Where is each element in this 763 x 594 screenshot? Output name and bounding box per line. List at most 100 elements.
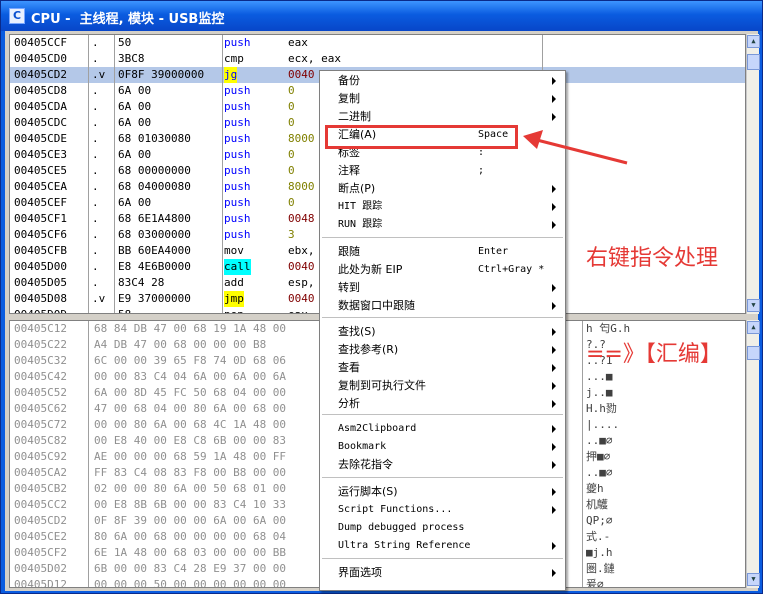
- address: 00405C92: [14, 450, 67, 463]
- hex-bytes: BB 60EA4000: [118, 244, 191, 257]
- address: 00405C12: [14, 322, 67, 335]
- menu-item[interactable]: 复制: [338, 91, 360, 107]
- title-bar[interactable]: C CPU - 主线程, 模块 - USB监控: [1, 1, 762, 31]
- menu-item[interactable]: 此处为新 EIP: [338, 262, 402, 278]
- submenu-arrow-icon: [552, 400, 556, 408]
- jump-marker: .: [92, 212, 99, 225]
- disasm-row[interactable]: 00405CD0. 3BC8 cmp ecx, eax: [10, 51, 745, 67]
- hex-bytes: 68 04000080: [118, 180, 191, 193]
- submenu-arrow-icon: [552, 443, 556, 451]
- ascii-text: ..■∅: [586, 434, 613, 447]
- operands: 8000: [288, 180, 315, 193]
- submenu-arrow-icon: [552, 488, 556, 496]
- submenu-arrow-icon: [552, 425, 556, 433]
- operands: ebx,: [288, 244, 315, 257]
- annotation-text: 右键指令处理 ==》【汇编】: [586, 179, 756, 435]
- menu-item[interactable]: 数据窗口中跟随: [338, 298, 415, 314]
- mnemonic: mov: [224, 244, 244, 257]
- menu-item[interactable]: 跟随: [338, 244, 360, 260]
- jump-marker: .: [92, 132, 99, 145]
- hex-bytes: 00 E8 8B 6B 00 00 83 C4 10 33: [94, 498, 287, 511]
- menu-item[interactable]: Ultra String Reference: [338, 538, 470, 554]
- hex-bytes: 00 00 83 C4 04 6A 00 6A 00 6A: [94, 370, 287, 383]
- submenu-arrow-icon: [552, 185, 556, 193]
- hex-bytes: 6A 00: [118, 100, 152, 113]
- menu-item[interactable]: Asm2Clipboard: [338, 421, 416, 437]
- mnemonic: push: [224, 212, 251, 225]
- annotation-line-2: ==》【汇编】: [586, 342, 722, 367]
- address: 00405CF2: [14, 546, 67, 559]
- hex-bytes: 02 00 00 80 6A 00 50 68 01 00: [94, 482, 287, 495]
- column-divider[interactable]: [114, 35, 115, 313]
- menu-shortcut: ;: [478, 165, 485, 176]
- hex-bytes: 6B 00 00 83 C4 28 E9 37 00 00: [94, 562, 287, 575]
- ascii-text: 夔h: [586, 482, 604, 495]
- ascii-text: ■j.h: [586, 546, 613, 559]
- menu-item[interactable]: Script Functions...: [338, 502, 452, 518]
- scroll-up-button[interactable]: ▲: [747, 35, 760, 48]
- column-divider[interactable]: [88, 35, 89, 313]
- operands: 0: [288, 116, 295, 129]
- menu-item[interactable]: 去除花指令: [338, 457, 393, 473]
- menu-item[interactable]: 界面选项: [338, 565, 382, 581]
- hex-bytes: 00 00 80 6A 00 68 4C 1A 48 00: [94, 418, 287, 431]
- ascii-text: 押■∅: [586, 450, 611, 463]
- address: 00405CDA: [14, 100, 67, 113]
- address: 00405CCF: [14, 36, 67, 49]
- column-divider[interactable]: [88, 321, 89, 587]
- menu-item[interactable]: 查找(S): [338, 324, 376, 340]
- menu-item[interactable]: 二进制: [338, 109, 371, 125]
- mnemonic: pop: [224, 307, 244, 313]
- submenu-arrow-icon: [552, 382, 556, 390]
- menu-item[interactable]: 复制到可执行文件: [338, 378, 426, 394]
- scroll-thumb[interactable]: [747, 54, 760, 70]
- submenu-arrow-icon: [552, 364, 556, 372]
- menu-item[interactable]: RUN 跟踪: [338, 217, 382, 233]
- hex-bytes: 6A 00: [118, 148, 152, 161]
- address: 00405CEA: [14, 180, 67, 193]
- menu-item[interactable]: 运行脚本(S): [338, 484, 398, 500]
- disasm-row[interactable]: 00405CCF. 50 push eax: [10, 35, 745, 51]
- scroll-down-button[interactable]: ▼: [747, 573, 760, 586]
- menu-item[interactable]: HIT 跟踪: [338, 199, 382, 215]
- cpu-window: C CPU - 主线程, 模块 - USB监控 00405CCF. 50 push e…: [0, 0, 763, 594]
- hex-bytes: 0F 8F 39 00 00 00 6A 00 6A 00: [94, 514, 287, 527]
- menu-item[interactable]: 断点(P): [338, 181, 375, 197]
- menu-separator: [322, 558, 563, 559]
- jump-marker: .: [92, 228, 99, 241]
- address: 00405CDC: [14, 116, 67, 129]
- menu-item[interactable]: Dump debugged process: [338, 520, 464, 536]
- hex-bytes: 83C4 28: [118, 276, 165, 289]
- mnemonic: push: [224, 132, 251, 145]
- annotation-arrow: [523, 130, 628, 165]
- operands: 0: [288, 100, 295, 113]
- jump-marker: .: [92, 276, 99, 289]
- menu-item[interactable]: 转到: [338, 280, 360, 296]
- menu-item[interactable]: 分析: [338, 396, 360, 412]
- address: 00405CF1: [14, 212, 67, 225]
- address: 00405CC2: [14, 498, 67, 511]
- column-divider[interactable]: [222, 35, 223, 313]
- ascii-text: 式.-: [586, 530, 611, 543]
- menu-item[interactable]: Bookmark: [338, 439, 386, 455]
- menu-item[interactable]: 备份: [338, 73, 360, 89]
- jump-marker: .: [92, 260, 99, 273]
- mnemonic: push: [224, 36, 251, 49]
- hex-bytes: 6C 00 00 39 65 F8 74 0D 68 06: [94, 354, 287, 367]
- column-divider[interactable]: [582, 321, 583, 587]
- mnemonic: push: [224, 228, 251, 241]
- jump-marker: .: [92, 164, 99, 177]
- menu-item[interactable]: 注释: [338, 163, 360, 179]
- hex-bytes: 3BC8: [118, 52, 145, 65]
- menu-item[interactable]: 查找参考(R): [338, 342, 398, 358]
- hex-bytes: 00 00 00 50 00 00 00 00 00 00: [94, 578, 287, 588]
- menu-item[interactable]: 查看: [338, 360, 360, 376]
- operands: esp,: [288, 276, 315, 289]
- mnemonic: call: [224, 259, 251, 275]
- operands: ecx, eax: [288, 52, 341, 65]
- hex-bytes: 6A 00: [118, 196, 152, 209]
- address: 00405D12: [14, 578, 67, 588]
- hex-bytes: E9 37000000: [118, 292, 191, 305]
- operands: eax: [288, 36, 308, 49]
- jump-marker: .: [92, 148, 99, 161]
